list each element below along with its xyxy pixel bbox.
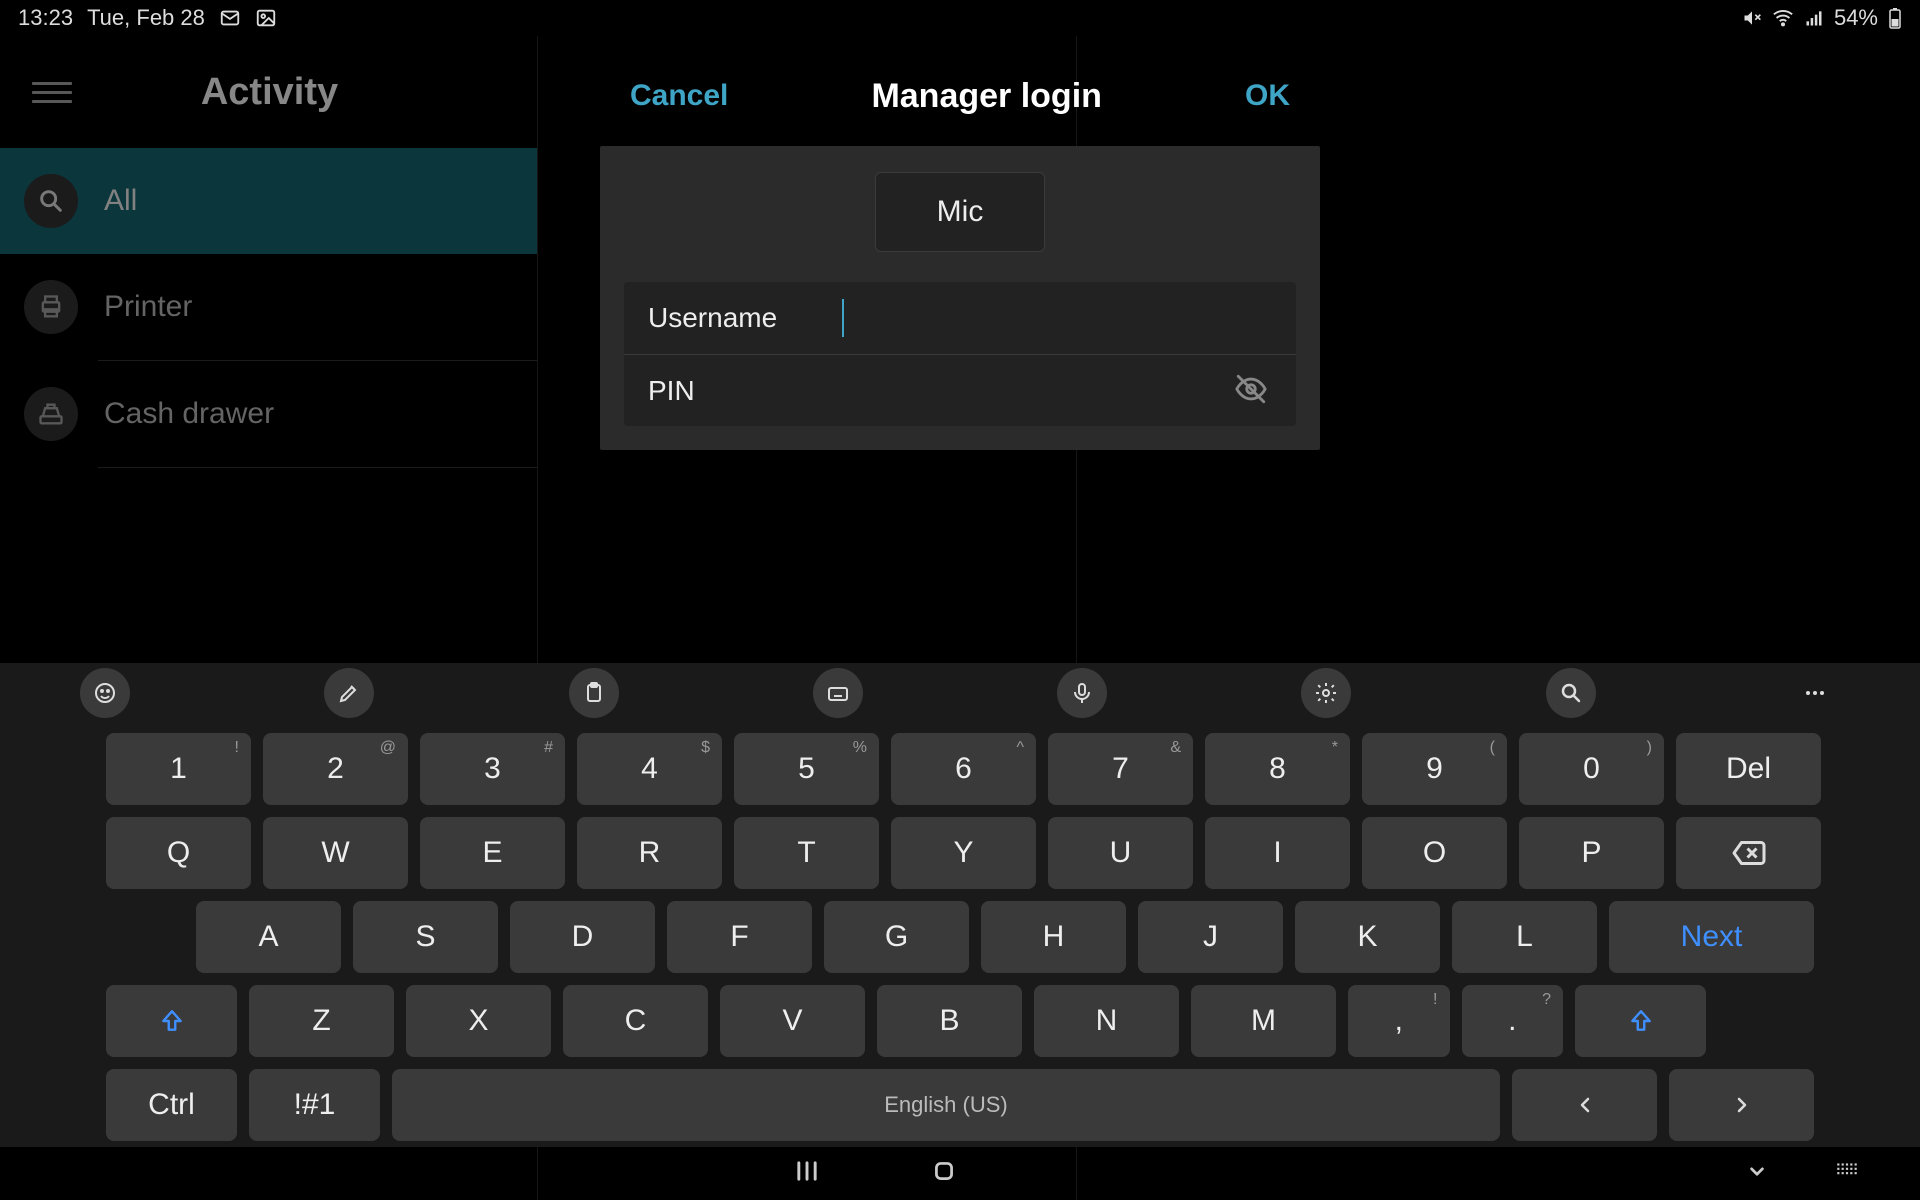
key-j[interactable]: J <box>1138 901 1283 973</box>
key-k[interactable]: K <box>1295 901 1440 973</box>
key-s[interactable]: S <box>353 901 498 973</box>
sidebar-item-cash-drawer[interactable]: Cash drawer <box>0 361 537 467</box>
key-q[interactable]: Q <box>106 817 251 889</box>
emoji-icon[interactable] <box>80 668 130 718</box>
key-u[interactable]: U <box>1048 817 1193 889</box>
key-y[interactable]: Y <box>891 817 1036 889</box>
key-.[interactable]: ?. <box>1462 985 1564 1057</box>
key-9[interactable]: (9 <box>1362 733 1507 805</box>
photo-icon <box>255 7 277 29</box>
key-h[interactable]: H <box>981 901 1126 973</box>
key-i[interactable]: I <box>1205 817 1350 889</box>
status-time: 13:23 <box>18 5 73 31</box>
keyboard-mode-icon[interactable] <box>813 668 863 718</box>
statusbar: 13:23 Tue, Feb 28 54% <box>0 0 1920 36</box>
sidebar-item-label: Printer <box>104 290 192 324</box>
key-3[interactable]: #3 <box>420 733 565 805</box>
sidebar-item-printer[interactable]: Printer <box>0 254 537 360</box>
key-f[interactable]: F <box>667 901 812 973</box>
key-next[interactable]: Next <box>1609 901 1814 973</box>
pin-label: PIN <box>648 375 818 407</box>
signal-icon <box>1804 8 1824 28</box>
key-shift-left[interactable] <box>106 985 237 1057</box>
page-title: Activity <box>104 71 435 114</box>
key-ctrl[interactable]: Ctrl <box>106 1069 237 1141</box>
battery-icon <box>1888 7 1902 29</box>
keyboard-toolbar <box>0 663 1920 723</box>
key-,[interactable]: !, <box>1348 985 1450 1057</box>
key-w[interactable]: W <box>263 817 408 889</box>
key-7[interactable]: &7 <box>1048 733 1193 805</box>
visibility-toggle-icon[interactable] <box>1234 372 1272 410</box>
username-field[interactable]: Username <box>624 282 1296 354</box>
search-icon[interactable] <box>1546 668 1596 718</box>
key-t[interactable]: T <box>734 817 879 889</box>
key-a[interactable]: A <box>196 901 341 973</box>
cash-register-icon <box>24 387 78 441</box>
ok-button[interactable]: OK <box>1245 79 1290 113</box>
dialog-title: Manager login <box>871 77 1101 116</box>
key-m[interactable]: M <box>1191 985 1336 1057</box>
key-1[interactable]: !1 <box>106 733 251 805</box>
menu-icon[interactable] <box>32 72 72 112</box>
settings-icon[interactable] <box>1301 668 1351 718</box>
handwriting-icon[interactable] <box>324 668 374 718</box>
key-0[interactable]: )0 <box>1519 733 1664 805</box>
key-g[interactable]: G <box>824 901 969 973</box>
key-shift-right[interactable] <box>1575 985 1706 1057</box>
manager-login-dialog: Cancel Manager login OK Mic Username PIN <box>600 46 1320 450</box>
search-icon <box>24 174 78 228</box>
key-symbols[interactable]: !#1 <box>249 1069 380 1141</box>
sidebar-item-label: All <box>104 184 137 218</box>
recents-icon[interactable] <box>793 1157 821 1190</box>
mute-icon <box>1742 8 1762 28</box>
back-icon[interactable] <box>1744 1158 1770 1189</box>
key-x[interactable]: X <box>406 985 551 1057</box>
key-p[interactable]: P <box>1519 817 1664 889</box>
gmail-icon <box>219 7 241 29</box>
text-cursor <box>842 299 844 337</box>
key-5[interactable]: %5 <box>734 733 879 805</box>
key-6[interactable]: ^6 <box>891 733 1036 805</box>
key-l[interactable]: L <box>1452 901 1597 973</box>
battery-text: 54% <box>1834 5 1878 31</box>
voice-input-icon[interactable] <box>1057 668 1107 718</box>
key-o[interactable]: O <box>1362 817 1507 889</box>
key-8[interactable]: *8 <box>1205 733 1350 805</box>
key-arrow-right[interactable] <box>1669 1069 1814 1141</box>
system-navbar <box>0 1147 1920 1200</box>
key-n[interactable]: N <box>1034 985 1179 1057</box>
keyboard-switch-icon[interactable] <box>1834 1158 1860 1189</box>
key-v[interactable]: V <box>720 985 865 1057</box>
clipboard-icon[interactable] <box>569 668 619 718</box>
key-r[interactable]: R <box>577 817 722 889</box>
wifi-icon <box>1772 7 1794 29</box>
mic-button[interactable]: Mic <box>875 172 1045 252</box>
sidebar-item-all[interactable]: All <box>0 148 537 254</box>
cancel-button[interactable]: Cancel <box>630 79 728 113</box>
key-d[interactable]: D <box>510 901 655 973</box>
key-space[interactable]: English (US) <box>392 1069 1500 1141</box>
sidebar-item-label: Cash drawer <box>104 397 274 431</box>
status-date: Tue, Feb 28 <box>87 5 205 31</box>
printer-icon <box>24 280 78 334</box>
key-z[interactable]: Z <box>249 985 394 1057</box>
more-icon[interactable] <box>1790 668 1840 718</box>
home-icon[interactable] <box>931 1158 957 1189</box>
key-delete[interactable]: Del <box>1676 733 1821 805</box>
key-backspace[interactable] <box>1676 817 1821 889</box>
key-4[interactable]: $4 <box>577 733 722 805</box>
username-label: Username <box>648 302 818 334</box>
key-arrow-left[interactable] <box>1512 1069 1657 1141</box>
key-c[interactable]: C <box>563 985 708 1057</box>
key-e[interactable]: E <box>420 817 565 889</box>
key-b[interactable]: B <box>877 985 1022 1057</box>
key-2[interactable]: @2 <box>263 733 408 805</box>
pin-field[interactable]: PIN <box>624 354 1296 426</box>
on-screen-keyboard: !1@2#3$4%5^6&7*8(9)0Del QWERTYUIOP ASDFGHJ… <box>0 663 1920 1147</box>
